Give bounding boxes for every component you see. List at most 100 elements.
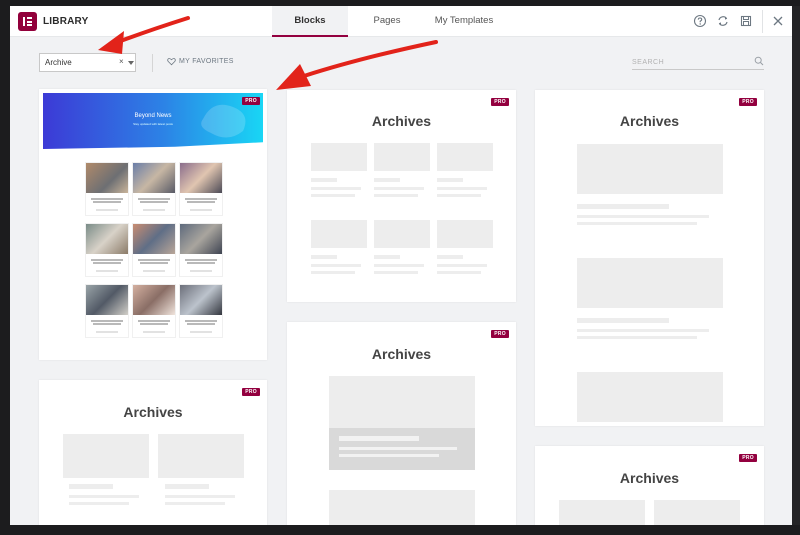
placeholder-image bbox=[654, 500, 740, 525]
placeholder-line bbox=[374, 264, 424, 267]
placeholder-line bbox=[339, 447, 457, 450]
placeholder-image bbox=[577, 372, 723, 422]
placeholder-line bbox=[577, 215, 709, 218]
library-header: LIBRARY Blocks Pages My Templates bbox=[10, 6, 792, 37]
placeholder-line bbox=[437, 255, 463, 259]
placeholder-line bbox=[165, 502, 225, 505]
placeholder-image bbox=[577, 258, 723, 308]
placeholder-line bbox=[437, 264, 487, 267]
card-title: Archives bbox=[123, 404, 183, 420]
library-modal: LIBRARY Blocks Pages My Templates Archiv… bbox=[10, 6, 792, 525]
placeholder-image bbox=[329, 490, 475, 525]
placeholder-image bbox=[158, 434, 244, 478]
card-title: Archives bbox=[619, 470, 680, 486]
placeholder-line bbox=[165, 484, 209, 489]
template-card-archives-2col[interactable]: PRO Archives bbox=[39, 380, 267, 525]
tab-blocks[interactable]: Blocks bbox=[272, 6, 348, 37]
tab-my-templates[interactable]: My Templates bbox=[428, 6, 500, 37]
placeholder-line bbox=[437, 178, 463, 182]
placeholder-image bbox=[559, 500, 645, 525]
placeholder-image bbox=[311, 143, 367, 171]
template-card-blog-news[interactable]: Beyond News Stay updated with latest pos… bbox=[39, 89, 267, 360]
placeholder-image bbox=[374, 143, 430, 171]
placeholder-line bbox=[339, 454, 439, 457]
template-card-archives-grid[interactable]: PRO Archives bbox=[287, 90, 516, 302]
my-favorites-label: MY FAVORITES bbox=[179, 58, 234, 65]
chevron-down-icon[interactable] bbox=[128, 61, 134, 65]
template-card-archives-bottom[interactable]: PRO Archives bbox=[535, 446, 764, 525]
clear-icon[interactable]: × bbox=[119, 57, 124, 66]
post-thumbnail bbox=[132, 284, 176, 338]
help-icon[interactable] bbox=[693, 14, 707, 28]
template-card-archives-featured[interactable]: PRO Archives bbox=[287, 322, 516, 525]
post-thumbnail bbox=[85, 284, 129, 338]
placeholder-line bbox=[339, 436, 419, 441]
heart-icon bbox=[167, 58, 176, 66]
post-thumbnail bbox=[132, 162, 176, 216]
pro-badge: PRO bbox=[242, 97, 260, 105]
placeholder-line bbox=[577, 336, 697, 339]
placeholder-line bbox=[374, 194, 418, 197]
tab-pages[interactable]: Pages bbox=[362, 6, 412, 37]
category-select-value: Archive bbox=[45, 58, 72, 67]
placeholder-line bbox=[577, 318, 669, 323]
placeholder-line bbox=[311, 271, 355, 274]
pro-badge: PRO bbox=[242, 388, 260, 396]
placeholder-line bbox=[577, 204, 669, 209]
hero-decor-shape bbox=[201, 104, 246, 138]
template-card-archives-list[interactable]: PRO Archives bbox=[535, 90, 764, 426]
post-thumbnail bbox=[179, 284, 223, 338]
card-title: Archives bbox=[371, 113, 432, 129]
placeholder-line bbox=[69, 502, 129, 505]
close-icon[interactable] bbox=[771, 14, 785, 28]
placeholder-line bbox=[311, 255, 337, 259]
hero-subtitle: Stay updated with latest posts bbox=[133, 122, 173, 126]
template-hero-banner: Beyond News Stay updated with latest pos… bbox=[43, 93, 263, 149]
placeholder-line bbox=[437, 271, 481, 274]
filter-bar: Archive × MY FAVORITES bbox=[10, 37, 792, 87]
search-icon[interactable] bbox=[754, 56, 764, 66]
placeholder-line bbox=[311, 264, 361, 267]
search-box bbox=[632, 54, 764, 70]
post-thumbnail bbox=[85, 223, 129, 277]
placeholder-line bbox=[374, 255, 400, 259]
placeholder-line bbox=[577, 329, 709, 332]
pro-badge: PRO bbox=[739, 454, 757, 462]
placeholder-image bbox=[311, 220, 367, 248]
placeholder-line bbox=[69, 495, 139, 498]
card-title: Archives bbox=[619, 113, 680, 129]
pro-badge: PRO bbox=[491, 330, 509, 338]
library-title: LIBRARY bbox=[43, 16, 89, 27]
category-select[interactable]: Archive × bbox=[39, 53, 136, 72]
search-input[interactable] bbox=[632, 56, 742, 68]
pro-badge: PRO bbox=[491, 98, 509, 106]
placeholder-line bbox=[374, 271, 418, 274]
post-thumbnail bbox=[179, 223, 223, 277]
placeholder-image bbox=[437, 143, 493, 171]
sync-icon[interactable] bbox=[716, 14, 730, 28]
hero-title: Beyond News bbox=[134, 113, 172, 119]
placeholder-line bbox=[311, 194, 355, 197]
placeholder-line bbox=[374, 187, 424, 190]
placeholder-line bbox=[69, 484, 113, 489]
window-scrollbar[interactable] bbox=[792, 6, 800, 525]
elementor-logo bbox=[18, 12, 37, 31]
placeholder-line bbox=[374, 178, 400, 182]
placeholder-line bbox=[577, 222, 697, 225]
post-thumbnail bbox=[179, 162, 223, 216]
pro-badge: PRO bbox=[739, 98, 757, 106]
placeholder-image bbox=[577, 144, 723, 194]
card-title: Archives bbox=[371, 346, 432, 362]
placeholder-image bbox=[374, 220, 430, 248]
placeholder-image bbox=[329, 376, 475, 430]
post-thumbnail bbox=[85, 162, 129, 216]
save-icon[interactable] bbox=[739, 14, 753, 28]
placeholder-image bbox=[63, 434, 149, 478]
post-thumbnail bbox=[132, 223, 176, 277]
placeholder-line bbox=[437, 187, 487, 190]
placeholder-line bbox=[165, 495, 235, 498]
placeholder-image bbox=[437, 220, 493, 248]
placeholder-line bbox=[437, 194, 481, 197]
filter-divider bbox=[152, 54, 153, 72]
placeholder-line bbox=[311, 187, 361, 190]
